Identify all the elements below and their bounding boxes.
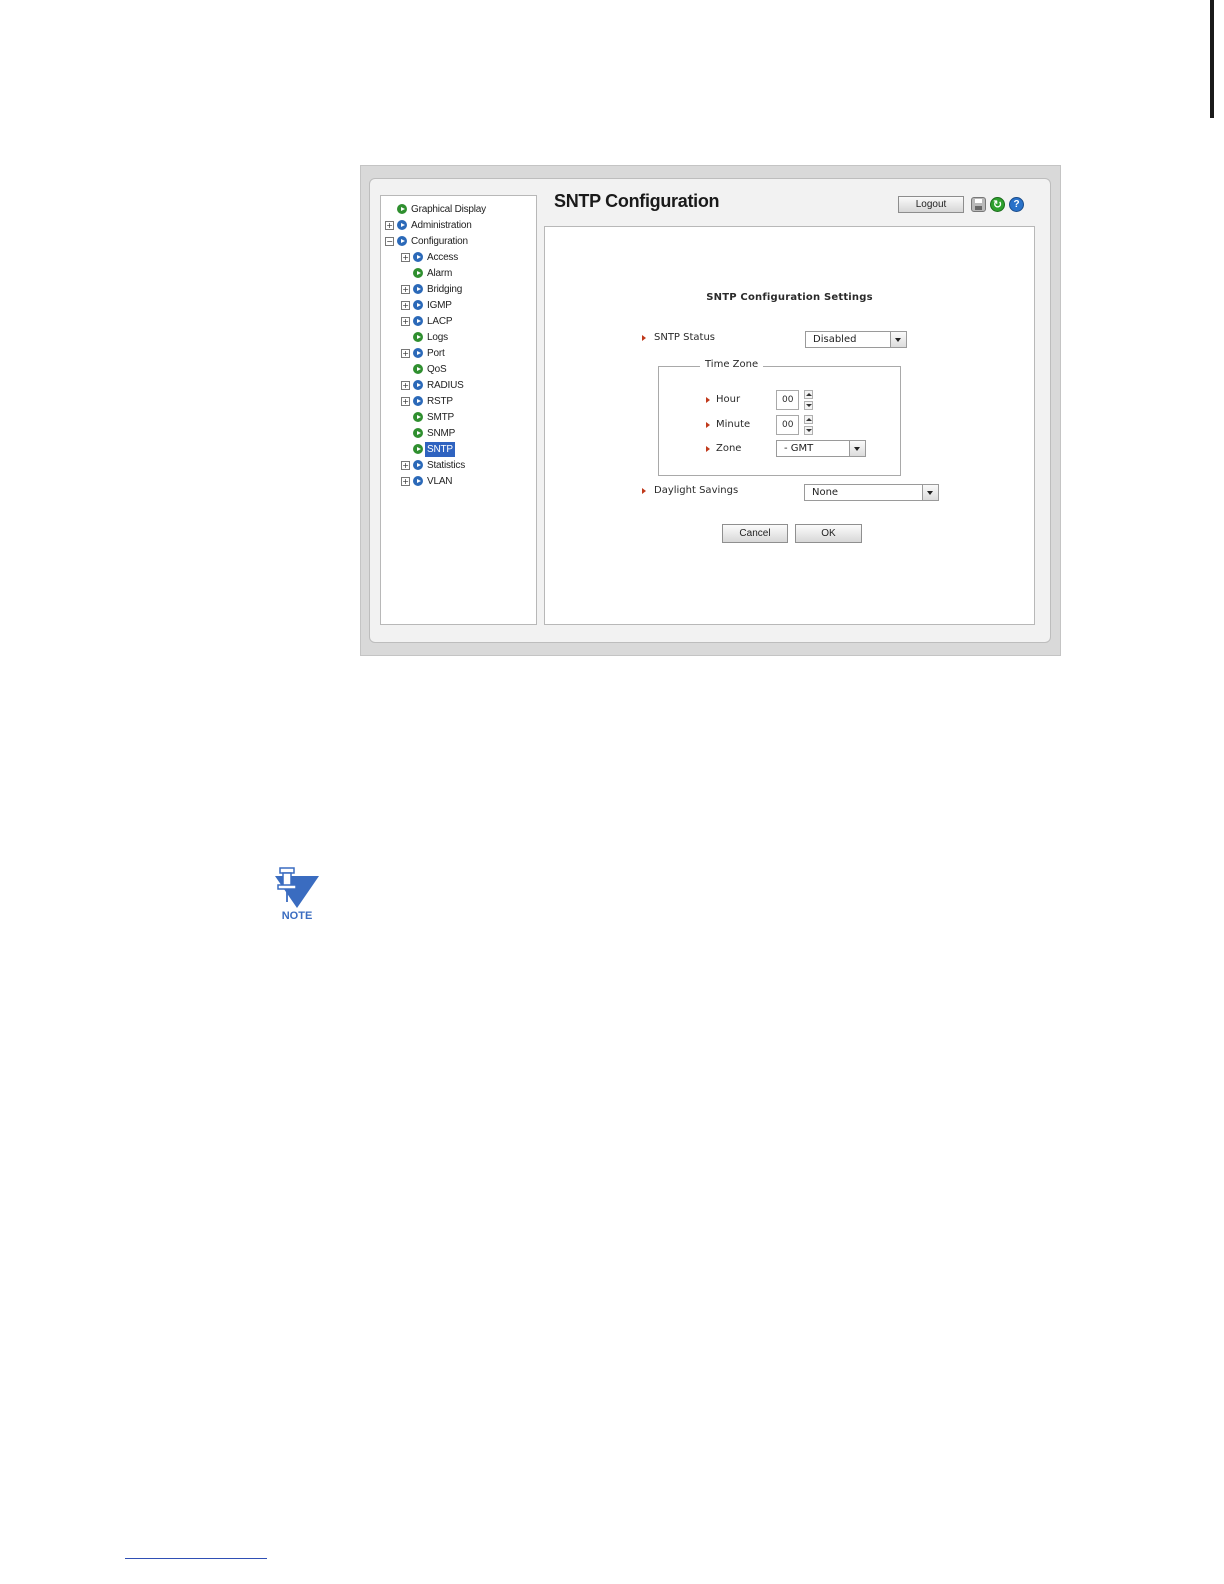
arrow-bullet-icon — [413, 316, 423, 326]
arrow-bullet-icon — [413, 364, 423, 374]
daylight-savings-value: None — [812, 487, 839, 498]
arrow-bullet-icon — [413, 428, 423, 438]
nav-item-label: QoS — [427, 364, 447, 375]
arrow-bullet-icon — [413, 460, 423, 470]
field-marker-icon — [642, 488, 646, 494]
nav-item-label: RADIUS — [427, 380, 464, 391]
field-marker-icon — [706, 397, 710, 403]
section-heading: SNTP Configuration Settings — [706, 292, 873, 303]
app-panel: Graphical Display + Administration − Configu… — [369, 178, 1051, 643]
chevron-down-icon[interactable] — [849, 441, 865, 456]
zone-value: - GMT — [784, 443, 814, 454]
nav-item-label: SNMP — [427, 428, 456, 439]
field-marker-icon — [706, 446, 710, 452]
nav-item-label: Alarm — [427, 268, 453, 279]
hour-increment-icon[interactable] — [804, 390, 813, 399]
hour-label: Hour — [716, 394, 741, 405]
nav-item-label: Access — [427, 252, 459, 263]
collapse-icon[interactable]: − — [385, 237, 394, 246]
field-marker-icon — [706, 422, 710, 428]
expand-icon[interactable]: + — [401, 477, 410, 486]
hour-decrement-icon[interactable] — [804, 401, 813, 410]
cancel-button[interactable]: Cancel — [722, 524, 788, 543]
nav-item-label: LACP — [427, 316, 453, 327]
expand-icon[interactable]: + — [401, 349, 410, 358]
nav-item-label: Statistics — [427, 460, 466, 471]
note-label: NOTE — [281, 910, 313, 922]
save-icon[interactable] — [971, 197, 986, 212]
arrow-bullet-icon — [413, 300, 423, 310]
page-title: SNTP Configuration — [554, 191, 720, 211]
minute-label: Minute — [716, 419, 751, 430]
nav-item-label: VLAN — [427, 476, 453, 487]
field-marker-icon — [642, 335, 646, 341]
hour-input[interactable]: 00 — [776, 390, 799, 410]
navigation-tree: Graphical Display + Administration − Configu… — [380, 195, 537, 625]
nav-item-label: SNTP — [425, 442, 455, 457]
expand-icon[interactable]: + — [401, 397, 410, 406]
sntp-status-select[interactable]: Disabled — [805, 331, 907, 348]
footer-rule — [125, 1558, 267, 1559]
arrow-bullet-icon — [413, 332, 423, 342]
help-icon[interactable]: ? — [1009, 197, 1024, 212]
arrow-bullet-icon — [413, 396, 423, 406]
expand-icon[interactable]: + — [401, 381, 410, 390]
nav-item-label: Graphical Display — [411, 204, 486, 215]
arrow-bullet-icon — [413, 252, 423, 262]
minute-decrement-icon[interactable] — [804, 426, 813, 435]
expand-icon[interactable]: + — [385, 221, 394, 230]
daylight-savings-label: Daylight Savings — [654, 485, 739, 496]
nav-item-label: Port — [427, 348, 445, 359]
zone-label: Zone — [716, 443, 742, 454]
minute-increment-icon[interactable] — [804, 415, 813, 424]
sntp-status-label: SNTP Status — [654, 332, 716, 343]
zone-select[interactable]: - GMT — [776, 440, 866, 457]
expand-icon[interactable]: + — [401, 317, 410, 326]
nav-item-label: Bridging — [427, 284, 463, 295]
arrow-bullet-icon — [397, 220, 407, 230]
arrow-bullet-icon — [397, 204, 407, 214]
logout-button[interactable]: Logout — [898, 196, 964, 213]
nav-item-label: SMTP — [427, 412, 454, 423]
refresh-icon[interactable]: ↻ — [990, 197, 1005, 212]
chevron-down-icon[interactable] — [890, 332, 906, 347]
time-zone-legend: Time Zone — [700, 359, 764, 370]
content-area: SNTP Configuration Settings SNTP Status … — [544, 226, 1035, 625]
arrow-bullet-icon — [413, 444, 423, 454]
nav-item-label: Configuration — [411, 236, 468, 247]
page-edge-bar — [1210, 0, 1214, 118]
arrow-bullet-icon — [413, 476, 423, 486]
sntp-status-value: Disabled — [813, 334, 857, 345]
arrow-bullet-icon — [413, 380, 423, 390]
nav-item-label: Administration — [411, 220, 472, 231]
expand-icon[interactable]: + — [401, 253, 410, 262]
arrow-bullet-icon — [413, 348, 423, 358]
arrow-bullet-icon — [413, 284, 423, 294]
chevron-down-icon[interactable] — [922, 485, 938, 500]
expand-icon[interactable]: + — [401, 461, 410, 470]
expand-icon[interactable]: + — [401, 285, 410, 294]
nav-item-label: Logs — [427, 332, 448, 343]
screenshot-frame: Graphical Display + Administration − Configu… — [360, 165, 1061, 656]
arrow-bullet-icon — [413, 268, 423, 278]
minute-input[interactable]: 00 — [776, 415, 799, 435]
expand-icon[interactable]: + — [401, 301, 410, 310]
nav-item-label: IGMP — [427, 300, 452, 311]
arrow-bullet-icon — [413, 412, 423, 422]
ok-button[interactable]: OK — [795, 524, 862, 543]
daylight-savings-select[interactable]: None — [804, 484, 939, 501]
arrow-bullet-icon — [397, 236, 407, 246]
nav-item-label: RSTP — [427, 396, 453, 407]
